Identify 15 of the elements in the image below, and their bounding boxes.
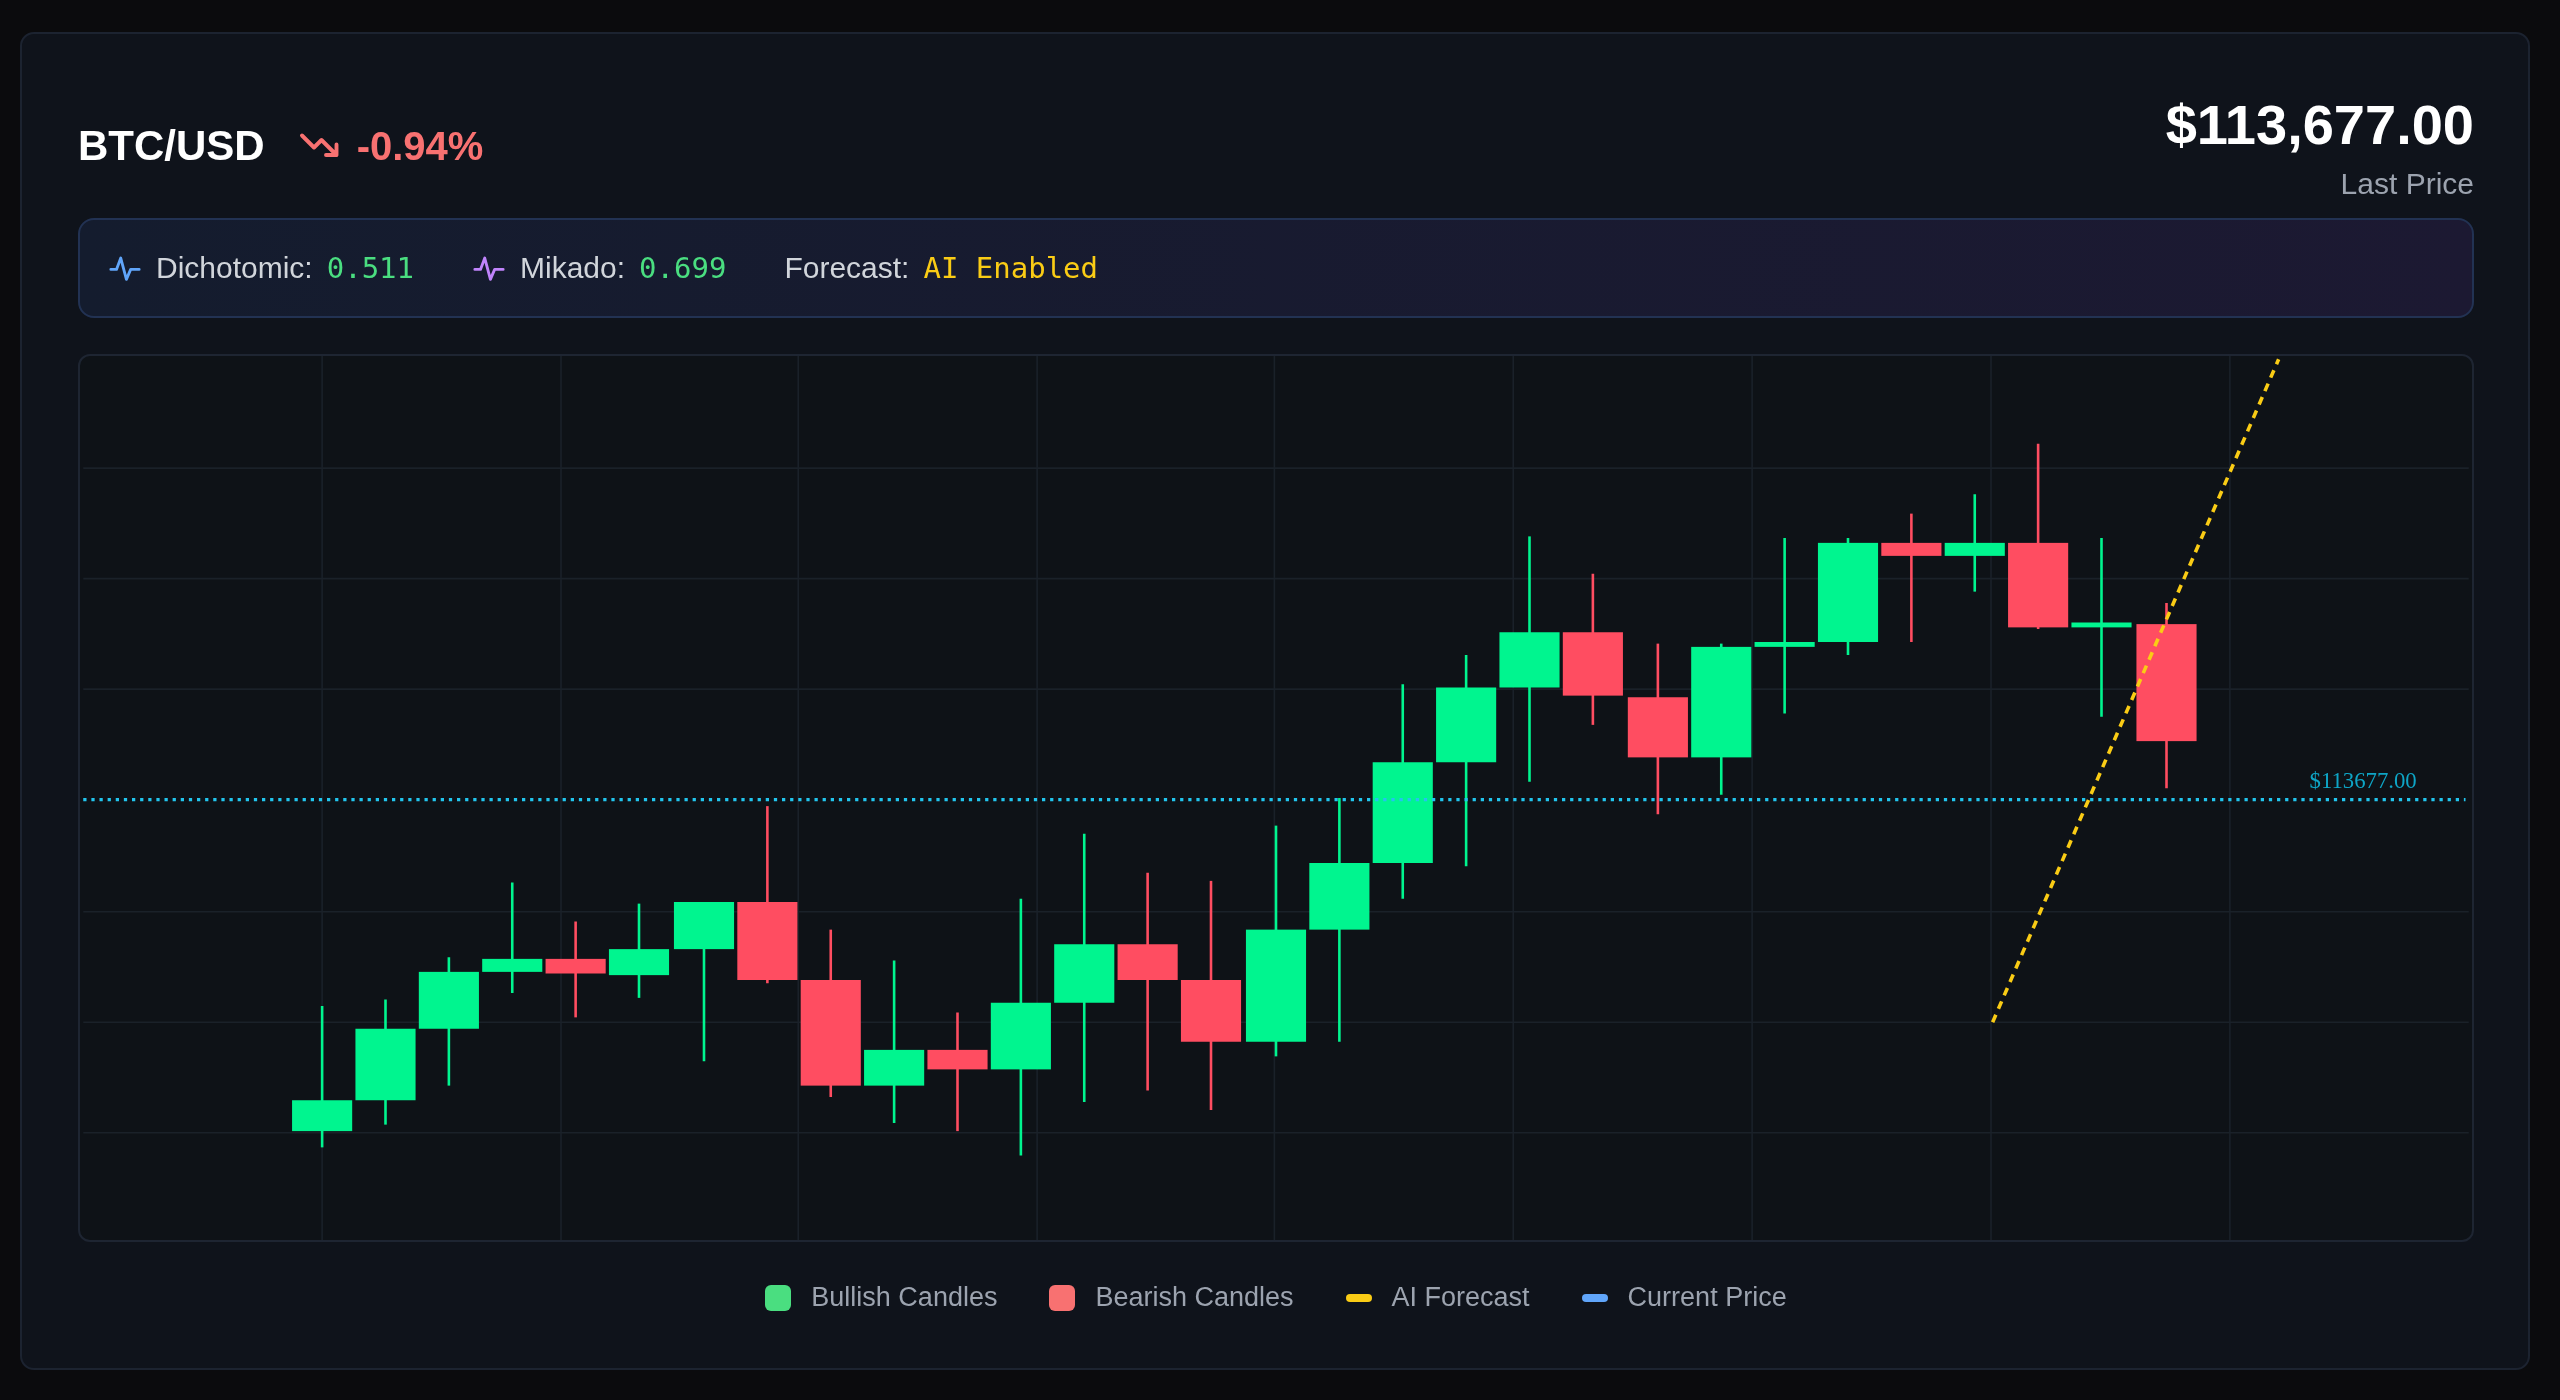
metric-label: Dichotomic: xyxy=(156,251,313,285)
metric-value: 0.511 xyxy=(326,251,415,285)
legend-label: AI Forecast xyxy=(1391,1282,1530,1313)
legend-label: Bullish Candles xyxy=(811,1282,998,1313)
price-caption: Last Price xyxy=(2340,167,2474,201)
price-change: -0.94% xyxy=(356,123,484,169)
metric-value: 0.699 xyxy=(639,251,727,285)
price-line-label: $113677.00 xyxy=(2309,768,2417,794)
last-price: $113,677.00 xyxy=(2165,92,2474,157)
metric-label: Forecast: xyxy=(784,251,910,285)
pair-title: BTC/USD xyxy=(78,122,265,170)
legend-label: Current Price xyxy=(1627,1282,1787,1313)
legend-label: Bearish Candles xyxy=(1095,1282,1294,1313)
forecast-status: AI Enabled xyxy=(923,251,1099,285)
metric-label: Mikado: xyxy=(520,251,626,285)
